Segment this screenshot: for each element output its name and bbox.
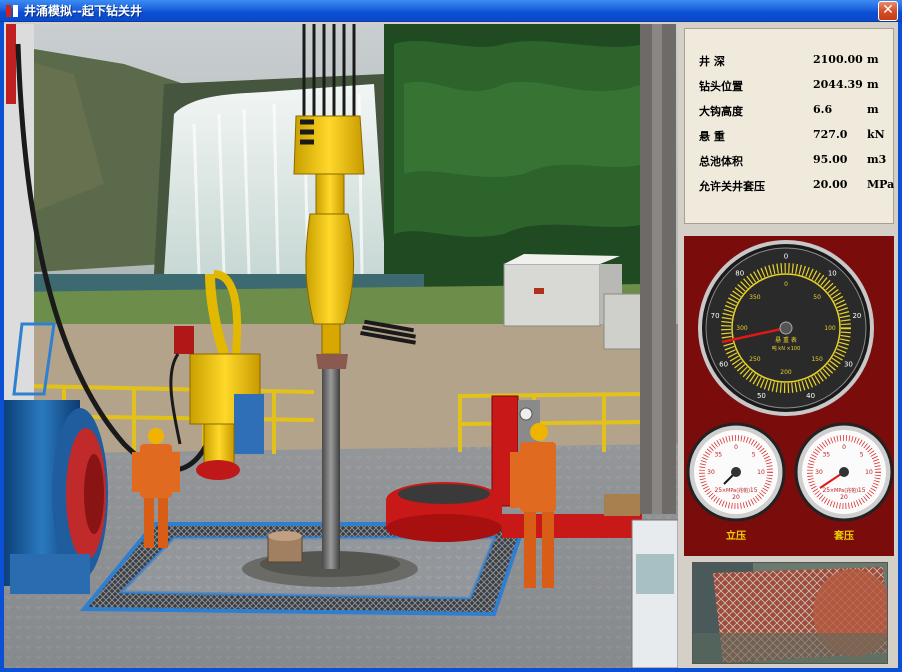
readout-unit: m bbox=[867, 103, 879, 116]
gauge-caption-1: 悬 重 表 bbox=[775, 336, 797, 344]
casing-pressure-gauge: 05101520253035 ×MPa(兆帕) 套压 bbox=[794, 422, 894, 542]
gauge-tick-label: 15 bbox=[858, 487, 866, 494]
standpipe-pressure-gauge: 05101520253035 ×MPa(兆帕) 立压 bbox=[686, 422, 786, 542]
casing-unit: ×MPa(兆帕) bbox=[830, 487, 858, 494]
app-icon bbox=[6, 5, 18, 17]
readout-label: 悬 重 bbox=[699, 130, 725, 143]
casing-label: 套压 bbox=[833, 529, 854, 542]
readout-unit: MPa bbox=[867, 178, 895, 191]
gauge-tick-label: 0 bbox=[784, 281, 788, 288]
readout-value: 2044.39 bbox=[813, 78, 863, 91]
gauge-panel: 0 10 20 30 40 50 60 70 80 0 50 100 150 200 250 300 350 … bbox=[684, 236, 894, 556]
readout-unit: m bbox=[867, 78, 879, 91]
readout-unit: m bbox=[867, 53, 879, 66]
readout-label: 井 深 bbox=[699, 55, 725, 68]
readout-row-well-depth: 井 深 2100.00 m bbox=[685, 49, 895, 71]
window-frame-bottom bbox=[0, 668, 902, 672]
readout-label: 大钩高度 bbox=[699, 105, 743, 118]
readout-label: 允许关井套压 bbox=[699, 180, 765, 193]
gauge-tick-label: 10 bbox=[865, 469, 873, 476]
gauge-tick-label: 100 bbox=[824, 325, 836, 332]
gauge-tick-label: 5 bbox=[752, 451, 756, 458]
readout-row-hook-height: 大钩高度 6.6 m bbox=[685, 99, 895, 121]
gauge-tick-label: 80 bbox=[735, 269, 744, 277]
camera-view-mud-tank[interactable] bbox=[692, 562, 888, 664]
gauge-tick-label: 350 bbox=[749, 294, 761, 301]
gauge-tick-label: 30 bbox=[844, 360, 853, 368]
gauge-tick-label: 60 bbox=[719, 361, 728, 369]
readout-row-bit-position: 钻头位置 2044.39 m bbox=[685, 74, 895, 96]
gauge-tick-label: 30 bbox=[707, 469, 715, 476]
readout-unit: m3 bbox=[867, 153, 887, 166]
casing-hub bbox=[839, 467, 849, 477]
window-titlebar[interactable]: 井涌模拟--起下钻关井 ✕ bbox=[0, 0, 902, 22]
readout-value: 20.00 bbox=[813, 178, 848, 191]
readout-value: 6.6 bbox=[813, 103, 833, 116]
gauge-tick-label: 35 bbox=[714, 451, 722, 458]
gauge-tick-label: 0 bbox=[734, 444, 738, 451]
readout-value: 727.0 bbox=[813, 128, 848, 141]
weight-indicator-gauge: 01020304050607080 050100150200250300350 … bbox=[698, 240, 874, 416]
gauge-tick-label: 50 bbox=[757, 392, 766, 400]
gauge-tick-label: 20 bbox=[852, 312, 861, 320]
gauge-tick-label: 20 bbox=[840, 494, 848, 501]
camera-image bbox=[693, 563, 887, 663]
gauge-tick-label: 70 bbox=[711, 312, 720, 320]
gauge-tick-label: 15 bbox=[750, 487, 758, 494]
gauge-tick-label: 5 bbox=[860, 451, 864, 458]
gauge-hub bbox=[779, 321, 793, 335]
readout-label: 总池体积 bbox=[699, 155, 743, 168]
gauge-tick-label: 0 bbox=[784, 252, 788, 260]
readout-value: 2100.00 bbox=[813, 53, 863, 66]
gauge-caption-2: 吨 kN ×100 bbox=[772, 345, 801, 352]
gauges-svg: 01020304050607080 050100150200250300350 … bbox=[686, 240, 894, 542]
window-title: 井涌模拟--起下钻关井 bbox=[24, 4, 142, 18]
gauge-tick-label: 0 bbox=[842, 444, 846, 451]
standpipe-label: 立压 bbox=[726, 529, 746, 542]
instrument-panel: 井 深 2100.00 m 钻头位置 2044.39 m 大钩高度 6.6 m … bbox=[680, 24, 898, 668]
gauge-tick-label: 40 bbox=[806, 392, 815, 400]
readout-value: 95.00 bbox=[813, 153, 848, 166]
readout-row-hook-load: 悬 重 727.0 kN bbox=[685, 124, 895, 146]
readout-row-pit-volume: 总池体积 95.00 m3 bbox=[685, 149, 895, 171]
close-button[interactable]: ✕ bbox=[878, 1, 898, 21]
gauge-tick-label: 150 bbox=[811, 356, 823, 363]
gauge-tick-label: 50 bbox=[813, 294, 821, 301]
gauge-tick-label: 200 bbox=[780, 369, 792, 376]
gauge-tick-label: 250 bbox=[749, 356, 761, 363]
standpipe-unit: ×MPa(兆帕) bbox=[722, 487, 750, 494]
drill-floor-scene[interactable] bbox=[4, 24, 678, 668]
gauge-tick-label: 20 bbox=[732, 494, 740, 501]
readout-unit: kN bbox=[867, 128, 885, 141]
window-frame-right bbox=[898, 22, 902, 672]
gauge-tick-label: 300 bbox=[736, 325, 748, 332]
gauge-tick-label: 30 bbox=[815, 469, 823, 476]
readouts-table: 井 深 2100.00 m 钻头位置 2044.39 m 大钩高度 6.6 m … bbox=[684, 28, 894, 224]
scene-render bbox=[4, 24, 678, 668]
gauge-tick-label: 10 bbox=[757, 469, 765, 476]
gauge-tick-label: 35 bbox=[822, 451, 830, 458]
readout-row-max-casing-pressure: 允许关井套压 20.00 MPa bbox=[685, 174, 895, 196]
gauge-tick-label: 10 bbox=[828, 269, 837, 277]
readout-label: 钻头位置 bbox=[699, 80, 743, 93]
standpipe-hub bbox=[731, 467, 741, 477]
